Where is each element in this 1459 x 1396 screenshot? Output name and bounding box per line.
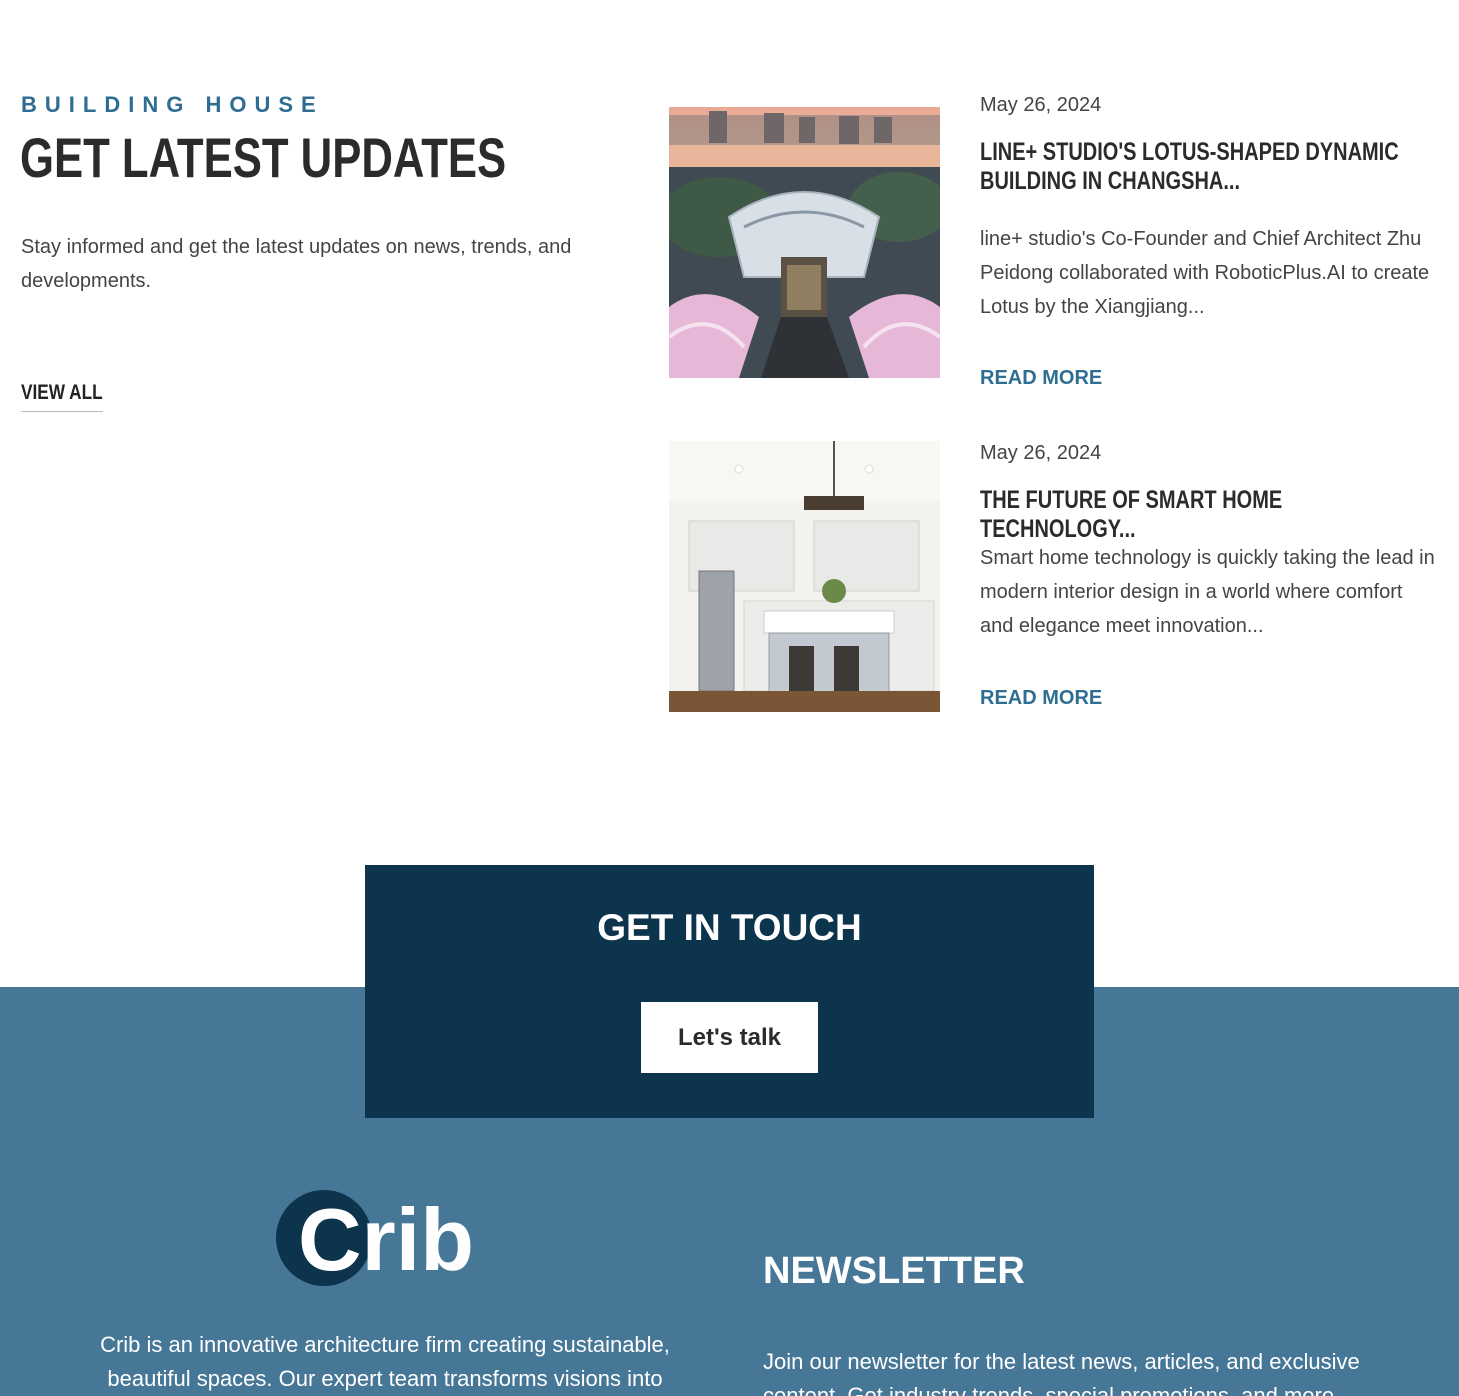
lets-talk-button[interactable]: Let's talk: [641, 1002, 818, 1073]
section-intro: Stay informed and get the latest updates…: [21, 236, 572, 292]
crib-logo[interactable]: Crib: [276, 1190, 506, 1290]
section-title: GET LATEST UPDATES: [20, 126, 507, 189]
post-excerpt: Smart home technology is quickly taking …: [980, 547, 1435, 637]
crib-logo-mark: Crib: [276, 1190, 474, 1289]
footer-about-text: Crib is an innovative architecture firm …: [100, 1332, 670, 1391]
get-in-touch-box: GET IN TOUCH Let's talk: [365, 865, 1094, 1118]
newsletter-title: NEWSLETTER: [763, 1250, 1025, 1292]
post-title-link[interactable]: LINE+ STUDIO'S LOTUS-SHAPED DYNAMIC BUIL…: [980, 138, 1428, 196]
post-image-lotus-building[interactable]: [669, 107, 940, 378]
post-date: May 26, 2024: [980, 94, 1102, 116]
post-date: May 26, 2024: [980, 442, 1102, 464]
post-image-smart-kitchen[interactable]: [669, 441, 940, 712]
read-more-link[interactable]: READ MORE: [980, 687, 1102, 710]
section-eyebrow: BUILDING HOUSE: [21, 92, 324, 117]
view-all-link[interactable]: VIEW ALL: [21, 381, 103, 412]
post-excerpt: line+ studio's Co-Founder and Chief Arch…: [980, 228, 1430, 318]
svg-text:Crib: Crib: [298, 1190, 474, 1289]
read-more-link[interactable]: READ MORE: [980, 367, 1102, 390]
newsletter-text: Join our newsletter for the latest news,…: [763, 1349, 1360, 1396]
kitchen-photo: [669, 441, 940, 712]
cta-title: GET IN TOUCH: [597, 907, 862, 948]
lotus-building-photo: [669, 107, 940, 378]
post-title-link[interactable]: THE FUTURE OF SMART HOME TECHNOLOGY...: [980, 486, 1428, 544]
